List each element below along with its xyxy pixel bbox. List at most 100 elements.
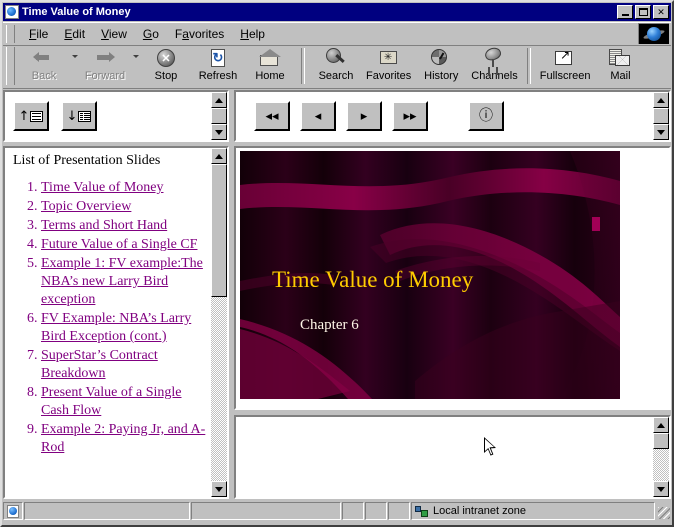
slide-link[interactable]: Example 2: Paying Jr, and A-Rod [41,422,205,455]
list-item: Topic Overview [41,198,209,216]
toolbar-search-label: Search [319,70,354,82]
list-item: Future Value of a Single CF [41,236,209,254]
double-right-arrow-icon: ▸▸ [403,110,416,123]
outline-document: List of Presentation Slides Time Value o… [5,148,211,497]
main-content-row: List of Presentation Slides Time Value o… [3,146,671,499]
outline-frame-scrollbar[interactable] [211,148,227,497]
toolbar-stop-button[interactable]: Stop [140,46,192,82]
outline-nav-scrollbar[interactable] [211,92,227,140]
list-item: FV Example: NBA’s Larry Bird Exception (… [41,310,209,346]
back-dropdown-arrow-icon[interactable] [70,46,79,66]
scroll-down-button[interactable] [211,124,227,140]
notes-document[interactable] [236,417,653,497]
scroll-down-button[interactable] [653,481,669,497]
first-slide-button[interactable]: ◂◂ [254,101,290,131]
right-arrow-icon: ▸ [361,110,368,123]
minimize-button[interactable] [617,5,633,19]
toolbar-channels-label: Channels [471,70,517,82]
standard-toolbar: Back Forward Stop Refresh Home Search Fa… [3,46,671,89]
double-left-arrow-icon: ◂◂ [265,110,278,123]
toolbar-history-button[interactable]: History [415,46,467,82]
toolbar-drag-grip[interactable] [6,47,15,85]
status-cell-b [365,502,387,520]
up-arrow-outline-icon: ↑ [19,110,44,123]
toolbar-home-label: Home [255,70,284,82]
outline-heading: List of Presentation Slides [13,153,209,169]
toolbar-channels-button[interactable]: Channels [467,46,521,82]
maximize-button[interactable] [635,5,651,19]
toolbar-forward-label: Forward [85,70,125,82]
mouse-cursor [484,437,497,458]
toolbar-back-button[interactable]: Back [18,46,70,82]
scroll-track[interactable] [211,297,227,481]
toolbar-mail-button[interactable]: Mail [594,46,646,82]
title-bar: Time Value of Money ✕ [3,3,671,21]
toolbar-forward-button[interactable]: Forward [79,46,131,82]
status-zone[interactable]: Local intranet zone [411,502,655,520]
slide-link[interactable]: Future Value of a Single CF [41,237,197,252]
next-slide-button[interactable]: ▸ [346,101,382,131]
toolbar-refresh-button[interactable]: Refresh [192,46,244,82]
scroll-thumb[interactable] [211,164,227,297]
notes-frame-scrollbar[interactable] [653,417,669,497]
forward-dropdown-arrow-icon[interactable] [131,46,140,66]
scroll-up-button[interactable] [653,417,669,433]
last-slide-button[interactable]: ▸▸ [392,101,428,131]
status-ie-icon [3,502,23,520]
toolbar-search-button[interactable]: Search [310,46,362,82]
slide-link[interactable]: Example 1: FV example:The NBA’s new Larr… [41,256,203,307]
scroll-track[interactable] [653,449,669,481]
ie-document-icon [5,5,19,19]
home-icon [259,48,281,69]
intranet-zone-icon [415,505,429,518]
status-zone-label: Local intranet zone [433,505,526,517]
scroll-up-button[interactable] [653,92,669,108]
menu-go[interactable]: Go [135,25,167,43]
menu-drag-grip[interactable] [6,25,15,43]
scroll-up-button[interactable] [211,92,227,108]
info-circle-icon: ⓘ [479,109,493,123]
toolbar-fullscreen-button[interactable]: Fullscreen [536,46,595,82]
slide-nav-frame: ◂◂ ◂ ▸ ▸▸ ⓘ [234,90,671,142]
menu-file[interactable]: File [21,25,56,43]
toolbar-favorites-label: Favorites [366,70,411,82]
toolbar-back-label: Back [32,70,56,82]
browser-window: Time Value of Money ✕ File Edit View Go … [0,0,674,527]
scroll-thumb[interactable] [653,108,669,124]
resize-grip[interactable] [657,502,671,520]
toolbar-home-button[interactable]: Home [244,46,296,82]
internet-explorer-animated-logo [638,23,669,44]
list-item: Example 2: Paying Jr, and A-Rod [41,421,209,457]
menu-bar: File Edit View Go Favorites Help [3,22,671,46]
collapse-outline-button[interactable]: ↓ [61,101,97,131]
forward-arrow-icon [94,48,116,69]
previous-slide-button[interactable]: ◂ [300,101,336,131]
slide-link[interactable]: Present Value of a Single Cash Flow [41,385,182,418]
slide-nav-scrollbar[interactable] [653,92,669,140]
slide-title: Time Value of Money [272,267,473,293]
scroll-down-button[interactable] [211,481,227,497]
scroll-down-button[interactable] [653,124,669,140]
toolbar-favorites-button[interactable]: Favorites [362,46,415,82]
menu-edit[interactable]: Edit [56,25,93,43]
close-button[interactable]: ✕ [653,5,669,19]
scroll-thumb[interactable] [653,433,669,449]
slide-link[interactable]: FV Example: NBA’s Larry Bird Exception (… [41,311,191,344]
list-item: SuperStar’s Contract Breakdown [41,347,209,383]
left-arrow-icon: ◂ [315,110,322,123]
menu-help[interactable]: Help [232,25,273,43]
status-cell-a [342,502,364,520]
expand-outline-button[interactable]: ↑ [13,101,49,131]
scroll-up-button[interactable] [211,148,227,164]
toolbar-separator [301,48,305,84]
scroll-thumb[interactable] [211,108,227,124]
slide-info-button[interactable]: ⓘ [468,101,504,131]
slide-link[interactable]: Terms and Short Hand [41,218,167,233]
slide-link[interactable]: Topic Overview [41,199,131,214]
window-title: Time Value of Money [22,6,617,18]
slide-link[interactable]: Time Value of Money [41,180,164,195]
menu-view[interactable]: View [93,25,135,43]
navigation-frames-row: ↑ ↓ ◂◂ [3,90,671,142]
menu-favorites[interactable]: Favorites [167,25,232,43]
slide-link[interactable]: SuperStar’s Contract Breakdown [41,348,158,381]
